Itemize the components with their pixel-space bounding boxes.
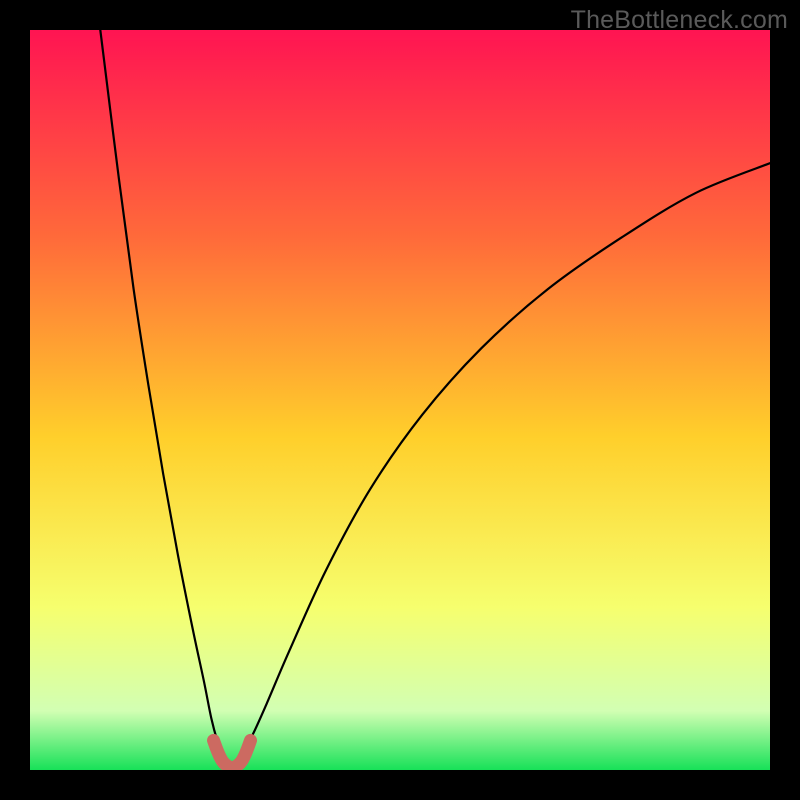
chart-svg: [30, 30, 770, 770]
gradient-background: [30, 30, 770, 770]
plot-area: [30, 30, 770, 770]
watermark-text: TheBottleneck.com: [571, 6, 788, 35]
chart-container: TheBottleneck.com: [0, 0, 800, 800]
